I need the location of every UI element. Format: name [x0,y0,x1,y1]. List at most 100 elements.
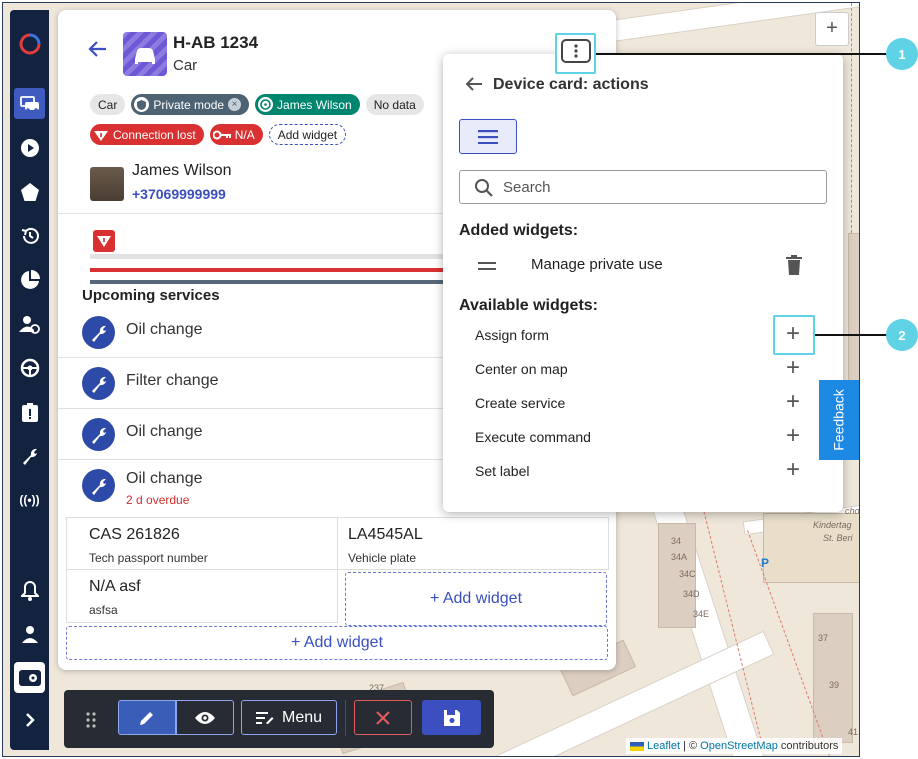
edit-mode-button[interactable] [118,700,176,735]
vehicle-type: Car [173,57,198,74]
added-widget-name: Manage private use [531,256,663,273]
service-name: Filter change [126,372,219,389]
search-input[interactable]: Search [459,170,827,204]
preview-mode-button[interactable] [176,700,234,735]
field-label: Tech passport number [89,551,208,565]
field-cell: LA4545AL Vehicle plate [337,517,609,570]
warning-badge [93,230,115,252]
zoom-in-button[interactable]: + [815,12,849,46]
field-label: asfsa [89,603,118,617]
add-assign-form-button[interactable]: + [781,322,805,346]
add-set-label-button[interactable]: + [781,458,805,482]
map-label: 39 [829,680,840,690]
field-value: LA4545AL [348,526,423,543]
tag-driver[interactable]: James Wilson [255,94,360,115]
sidebar-item-tasks[interactable] [14,396,45,427]
map-label: 34D [683,589,700,599]
service-row[interactable]: Filter change [58,358,443,409]
field-value: CAS 261826 [89,526,180,543]
sidebar-item-driving[interactable] [14,352,45,383]
sidebar-item-history[interactable] [14,220,45,251]
edit-toolbar: Menu [64,690,494,748]
map-label: 41 [848,727,859,737]
warning-icon [94,130,108,141]
map-attribution: Leaflet | © OpenStreetMap contributors [626,738,843,754]
add-center-on-map-button[interactable]: + [781,356,805,380]
drag-grip-icon[interactable] [86,712,96,733]
map-label: 34A [671,552,688,562]
map-label: choi [845,506,860,516]
sidebar-item-reports[interactable] [14,264,45,295]
close-icon[interactable]: × [228,98,242,111]
sidebar-item-play[interactable] [14,132,45,163]
map-label: Kindertag [813,520,852,530]
back-button[interactable] [88,40,108,63]
tag-ignition-label: N/A [234,127,255,142]
key-icon [212,130,231,139]
add-create-service-button[interactable]: + [781,390,805,414]
callout-2: 2 [886,319,918,351]
map-label: 34E [693,609,710,619]
driver-phone-link[interactable]: +37069999999 [132,186,226,202]
add-widget-cell-label: + Add widget [429,590,523,607]
sidebar-item-settings[interactable] [14,662,45,693]
map-building [848,233,859,383]
callout-1: 1 [886,38,918,70]
service-name: Oil change [126,470,203,487]
tag-row-2: Connection lost N/A Add widget [90,124,347,145]
tag-no-data-label: No data [373,97,416,112]
available-widget-name: Set label [475,463,530,479]
save-button[interactable] [422,700,481,735]
sidebar-item-devices[interactable]: ((•)) [14,484,45,515]
popup-back-button[interactable] [465,76,483,97]
tag-private-mode[interactable]: Private mode × [131,94,250,115]
trash-icon[interactable] [786,255,802,280]
add-execute-command-button[interactable]: + [781,424,805,448]
menu-edit-icon [255,711,274,724]
eye-icon [195,711,215,724]
more-actions-button[interactable] [561,39,591,63]
upcoming-services-title: Upcoming services [82,287,220,304]
tag-car: Car [90,94,126,115]
shield-icon [134,97,150,112]
leaflet-link[interactable]: Leaflet [647,740,680,752]
toolbar-divider [345,700,346,736]
menu-toggle-button[interactable] [459,119,517,154]
sidebar-item-vehicles[interactable] [14,88,45,119]
add-widget-chip[interactable]: Add widget [268,124,347,145]
sidebar-expand-button[interactable] [14,704,45,735]
sidebar-item-account[interactable] [14,618,45,649]
tag-private-label: Private mode [153,97,225,112]
sidebar-item-notifications[interactable] [14,575,45,606]
pencil-icon [140,711,153,725]
available-widget-name: Execute command [475,429,591,445]
actions-popup: Device card: actions Search Added widget… [443,54,843,512]
menu-button[interactable]: Menu [241,700,337,735]
field-cell: N/A asf asfsa [66,569,338,623]
drag-handle-icon[interactable] [478,262,496,274]
available-widgets-title: Available widgets: [459,297,598,314]
osm-link[interactable]: OpenStreetMap [700,740,778,752]
sidebar-item-employees[interactable] [14,308,45,339]
sidebar-item-maintenance[interactable] [14,440,45,471]
service-row[interactable]: Oil change [58,307,443,358]
sidebar-item-geozones[interactable] [14,176,45,207]
popup-title: Device card: actions [493,76,649,93]
wrench-icon [82,418,115,451]
add-widget-bottom-button[interactable]: + Add widget [66,626,608,660]
wrench-icon [82,316,115,349]
tag-row: Car Private mode × James Wilson No data [90,94,424,115]
service-row[interactable]: Oil change [58,409,443,460]
tag-no-data: No data [365,94,424,115]
close-icon [376,710,390,725]
cancel-button[interactable] [354,700,412,735]
add-widget-bottom-label: + Add widget [290,634,384,651]
feedback-button[interactable]: Feedback [819,380,859,460]
more-vertical-icon [574,44,578,58]
logo-icon[interactable] [14,28,45,59]
service-name: Oil change [126,321,203,338]
add-widget-cell-button[interactable]: + Add widget [345,572,607,626]
map-label: 34 [671,536,682,546]
service-row[interactable]: Oil change 2 d overdue [58,460,443,511]
attribution-tail: contributors [777,740,839,752]
